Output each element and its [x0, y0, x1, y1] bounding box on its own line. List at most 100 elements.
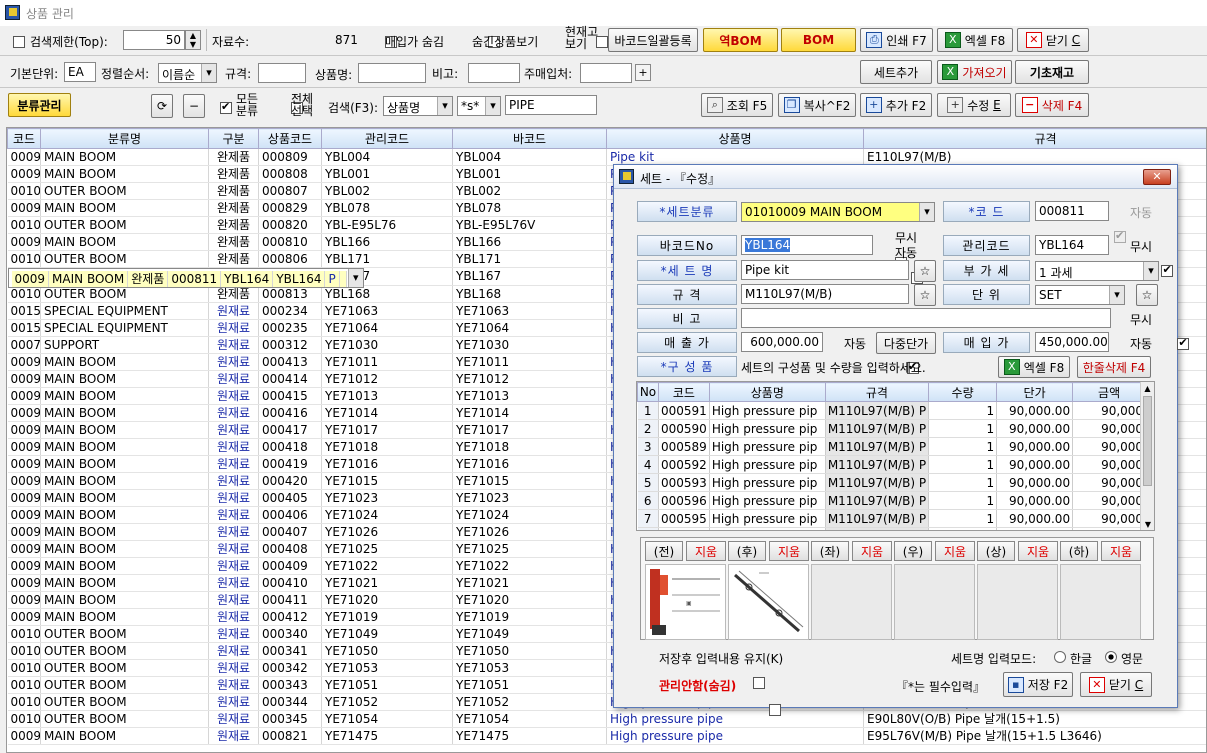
components-cell[interactable]: 1 [928, 437, 998, 456]
components-row[interactable]: 6 000596 High pressure pip M110L97(M/B) P19… [637, 491, 1147, 510]
image-delete-button[interactable]: 지움 [852, 541, 892, 561]
delete-button[interactable]: − 삭제 F4 [1015, 93, 1089, 117]
add-button[interactable]: + 추가 F2 [860, 93, 932, 117]
barcode-input[interactable]: YBL164 [741, 235, 873, 255]
grid-column-header[interactable]: 관리코드 [321, 128, 453, 149]
search-field-select[interactable]: 상품명 [383, 96, 453, 116]
components-column-header[interactable]: 단가 [996, 382, 1074, 402]
supplier-add-icon[interactable]: + [635, 64, 651, 81]
close-button[interactable]: ✕ 닫기 C [1017, 28, 1089, 52]
image-tab-button[interactable]: (우) [894, 541, 932, 561]
save-button[interactable]: ▪ 저장 F2 [1003, 672, 1073, 697]
image-delete-button[interactable]: 지움 [769, 541, 809, 561]
components-row[interactable]: 2 000590 High pressure pip M110L97(M/B) P19… [637, 419, 1147, 438]
components-cell[interactable]: 90,000.00 [996, 473, 1074, 492]
base-stock-button[interactable]: 기초재고 [1015, 60, 1089, 84]
grid-column-header[interactable]: 바코드 [452, 128, 607, 149]
components-cell[interactable]: 90,000.00 [996, 455, 1074, 474]
sale-price-input[interactable]: 600,000.00 [741, 332, 823, 352]
scroll-down-icon[interactable]: ▼ [1141, 518, 1154, 530]
edit-button[interactable]: + 수정 E [937, 93, 1011, 117]
sort-select[interactable]: 이름순 [158, 63, 217, 83]
components-row[interactable]: 5 000593 High pressure pip M110L97(M/B) P19… [637, 473, 1147, 492]
components-cell[interactable]: 90,000 [1072, 401, 1147, 420]
components-cell[interactable]: 90,000 [1072, 527, 1147, 530]
search-limit-input[interactable]: 50 [123, 30, 185, 50]
multi-price-button[interactable]: 다중단가 [876, 332, 936, 354]
spec-input[interactable]: M110L97(M/B) [741, 284, 909, 304]
components-column-header[interactable]: 상품명 [708, 382, 826, 402]
image-right-thumbnail[interactable] [894, 564, 975, 640]
components-cell[interactable]: 90,000 [1072, 491, 1147, 510]
table-row[interactable]: 0009 MAIN BOOM 완제품 000809 YBL004 YBL004 Pipe k… [7, 148, 1206, 166]
set-name-star-button[interactable]: ☆ [914, 260, 936, 282]
image-tab-button[interactable]: (후) [728, 541, 766, 561]
components-cell[interactable]: 1 [928, 401, 998, 420]
mode-korean-radio[interactable] [1054, 651, 1066, 663]
manage-code-input[interactable]: YBL164 [1035, 235, 1109, 255]
image-delete-button[interactable]: 지움 [1018, 541, 1058, 561]
components-row[interactable]: 4 000592 High pressure pip M110L97(M/B) P19… [637, 455, 1147, 474]
mode-english-radio[interactable] [1105, 651, 1117, 663]
grid-column-header[interactable]: 코드 [7, 128, 41, 149]
components-cell[interactable]: 90,000.00 [996, 437, 1074, 456]
note-input[interactable] [468, 63, 520, 83]
components-cell[interactable]: 1 [928, 473, 998, 492]
purchase-price-input[interactable]: 450,000.00 [1035, 332, 1109, 352]
components-cell[interactable]: 90,000 [1072, 437, 1147, 456]
delete-row-button[interactable]: 한줄삭제 F4 [1077, 356, 1151, 378]
components-cell[interactable]: 1 [928, 491, 998, 510]
collapse-button[interactable]: − [183, 94, 205, 118]
base-unit-input[interactable]: EA [64, 62, 96, 82]
image-tab-button[interactable]: (상) [977, 541, 1015, 561]
components-row[interactable]: 1 000591 High pressure pip M110L97(M/B) P19… [637, 401, 1147, 420]
product-name-input[interactable] [358, 63, 426, 83]
main-supplier-input[interactable] [580, 63, 632, 83]
grid-column-header[interactable]: 분류명 [40, 128, 209, 149]
scroll-up-icon[interactable]: ▲ [1141, 382, 1154, 396]
components-scrollbar[interactable]: ▲ ▼ [1140, 382, 1154, 530]
search-limit-spinner[interactable]: ▲ ▼ [185, 30, 201, 50]
vat-select[interactable]: 1 과세 [1035, 261, 1159, 281]
grid-column-header[interactable]: 구분 [208, 128, 259, 149]
components-excel-button[interactable]: X 엑셀 F8 [998, 356, 1070, 378]
components-cell[interactable]: 90,000.00 [996, 509, 1074, 528]
unit-star-button[interactable]: ☆ [1136, 284, 1158, 306]
grid-column-header[interactable]: 규격 [863, 128, 1206, 149]
unit-select[interactable]: SET [1035, 285, 1125, 305]
components-cell[interactable]: 1 [928, 419, 998, 438]
excel-button[interactable]: X 엑셀 F8 [937, 28, 1013, 52]
search-input[interactable]: PIPE [505, 95, 597, 115]
table-row[interactable]: 0009 MAIN BOOM 원재료 000821 YE71475 YE71475 High… [7, 727, 1206, 745]
components-cell[interactable]: 90,000 [1072, 473, 1147, 492]
components-cell[interactable]: 90,000 [1072, 419, 1147, 438]
dialog-close-icon[interactable]: ✕ [1143, 169, 1171, 185]
search-limit-checkbox[interactable] [13, 35, 25, 48]
components-cell[interactable]: 1 [928, 509, 998, 528]
components-cell[interactable]: 90,000 [1072, 509, 1147, 528]
dialog-close-button[interactable]: ✕ 닫기 C [1080, 672, 1152, 697]
code-input[interactable]: 000811 [1035, 201, 1109, 221]
components-cell[interactable]: 90,000.00 [996, 527, 1074, 530]
components-cell[interactable]: 90,000.00 [996, 491, 1074, 510]
components-cell[interactable]: 1 [928, 455, 998, 474]
image-bottom-thumbnail[interactable] [1060, 564, 1141, 640]
components-grid[interactable]: No 코드 상품명 규격 수량 단가 금액 1 000591 High pressure pip… [636, 381, 1155, 531]
table-row[interactable]: 0009 MAIN BOOM 완제품 000811 YBL164 YBL164 P [7, 268, 364, 288]
spec-star-button[interactable]: ☆ [914, 284, 936, 306]
set-name-input[interactable]: Pipe kit [741, 260, 909, 280]
components-column-header[interactable]: 코드 [658, 382, 710, 402]
scroll-thumb[interactable] [1143, 396, 1152, 486]
components-column-header[interactable]: 금액 [1072, 382, 1147, 402]
import-button[interactable]: X 가져오기 [937, 60, 1012, 84]
grid-column-header[interactable]: 상품코드 [258, 128, 322, 149]
image-tab-button[interactable]: (전) [645, 541, 683, 561]
components-cell[interactable]: 90,000.00 [996, 401, 1074, 420]
components-column-header[interactable]: 수량 [928, 382, 998, 402]
copy-button[interactable]: ❐ 복사^F2 [778, 93, 856, 117]
components-row[interactable]: 8000594High pressure pipM110L97(M/B) P19… [637, 527, 1147, 530]
components-cell[interactable]: 90,000 [1072, 455, 1147, 474]
image-front-thumbnail[interactable]: ▣ [645, 564, 726, 640]
keep-input-checkbox[interactable] [752, 676, 765, 689]
print-button[interactable]: ⎙ 인쇄 F7 [860, 28, 933, 52]
